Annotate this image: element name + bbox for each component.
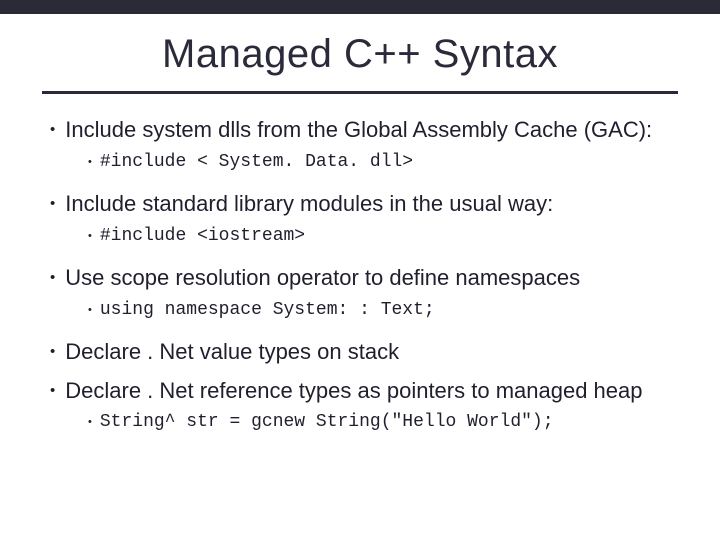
code-text: #include <iostream> [100, 225, 305, 248]
code-text: #include < System. Data. dll> [100, 151, 413, 174]
bullet-dot-icon: • [50, 190, 55, 218]
bullet-text: Declare . Net reference types as pointer… [65, 377, 642, 406]
sub-bullet-gcnew-string: • String^ str = gcnew String("Hello Worl… [88, 411, 670, 434]
bullet-dot-icon: • [88, 151, 92, 173]
bullet-dot-icon: • [88, 225, 92, 247]
sub-bullet-include-system: • #include < System. Data. dll> [88, 151, 670, 174]
sub-bullet-include-iostream: • #include <iostream> [88, 225, 670, 248]
bullet-dot-icon: • [50, 377, 55, 405]
title-underline [42, 91, 678, 94]
bullet-text: Include standard library modules in the … [65, 190, 553, 219]
top-accent-bar [0, 0, 720, 14]
bullet-text: Declare . Net value types on stack [65, 338, 399, 367]
slide-title: Managed C++ Syntax [0, 32, 720, 77]
bullet-dot-icon: • [88, 299, 92, 321]
bullet-dot-icon: • [50, 116, 55, 144]
bullet-reference-types: • Declare . Net reference types as point… [50, 377, 670, 406]
sub-bullet-using-namespace: • using namespace System: : Text; [88, 299, 670, 322]
bullet-dot-icon: • [88, 411, 92, 433]
code-text: String^ str = gcnew String("Hello World"… [100, 411, 554, 434]
code-text: using namespace System: : Text; [100, 299, 435, 322]
bullet-text: Include system dlls from the Global Asse… [65, 116, 652, 145]
bullet-dot-icon: • [50, 338, 55, 366]
bullet-value-types: • Declare . Net value types on stack [50, 338, 670, 367]
bullet-scope: • Use scope resolution operator to defin… [50, 264, 670, 293]
bullet-stdlib: • Include standard library modules in th… [50, 190, 670, 219]
slide-content: • Include system dlls from the Global As… [0, 116, 720, 435]
bullet-gac: • Include system dlls from the Global As… [50, 116, 670, 145]
bullet-text: Use scope resolution operator to define … [65, 264, 580, 293]
bullet-dot-icon: • [50, 264, 55, 292]
